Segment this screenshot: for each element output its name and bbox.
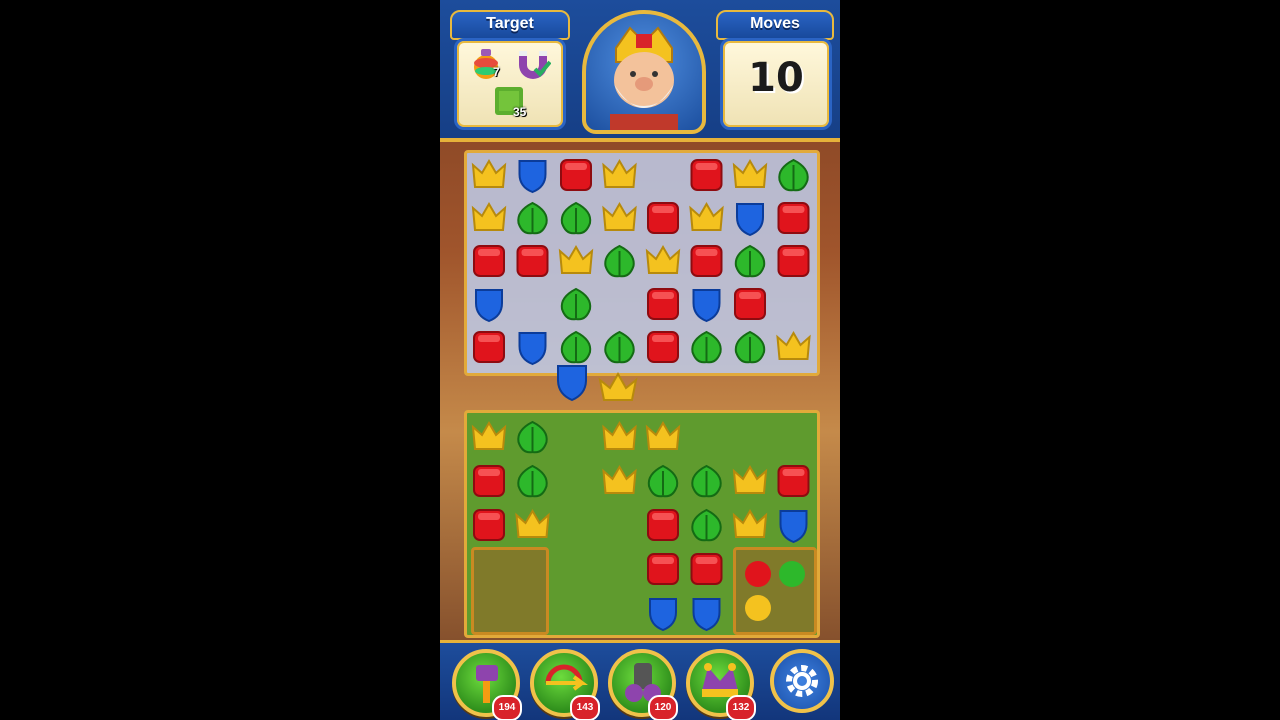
crown-tile[interactable] xyxy=(602,159,637,188)
leaf-tile[interactable] xyxy=(604,330,635,364)
pot-crate-right xyxy=(733,547,817,635)
cannon-booster-button[interactable]: 120 xyxy=(608,649,678,720)
gear-icon xyxy=(786,665,818,697)
red-block-tile[interactable] xyxy=(690,245,723,277)
leaf-tile[interactable] xyxy=(560,330,592,364)
red-block-tile[interactable] xyxy=(560,159,592,191)
moves-counter: 10 xyxy=(748,55,804,101)
shield-tile[interactable] xyxy=(518,160,547,194)
game-screen: Target 7 35 Moves 10 194 143 120 132 xyxy=(440,0,840,720)
red-block-tile[interactable] xyxy=(516,245,549,277)
falling-tiles xyxy=(557,365,638,402)
shield-tile[interactable] xyxy=(736,203,764,237)
pot-crate-left xyxy=(471,547,549,635)
hammer-booster-button[interactable]: 194 xyxy=(452,649,522,720)
magnet-icon xyxy=(515,47,552,84)
shield-tile[interactable] xyxy=(692,598,721,632)
jester-hat-booster-count: 132 xyxy=(726,695,756,720)
crown-tile[interactable] xyxy=(732,159,768,188)
leaf-tile[interactable] xyxy=(517,464,548,498)
target-count-pot: 7 xyxy=(493,65,500,79)
leaf-tile[interactable] xyxy=(560,287,592,321)
leaf-tile[interactable] xyxy=(560,201,592,235)
shield-tile[interactable] xyxy=(518,332,547,366)
game-board-lower[interactable] xyxy=(464,410,820,638)
red-block-tile[interactable] xyxy=(647,202,679,234)
leaf-tile[interactable] xyxy=(604,244,635,278)
leaf-tile[interactable] xyxy=(691,330,722,364)
crown-tile[interactable] xyxy=(732,465,768,494)
king-avatar xyxy=(582,10,706,134)
red-block-tile[interactable] xyxy=(777,465,810,497)
leaf-tile[interactable] xyxy=(691,464,722,498)
rainbow-pot-icon: 7 xyxy=(471,47,501,86)
red-block-tile[interactable] xyxy=(690,553,723,585)
leaf-tile[interactable] xyxy=(734,244,766,278)
crown-tile[interactable] xyxy=(602,202,637,231)
target-panel: 7 35 xyxy=(454,38,566,130)
red-block-tile[interactable] xyxy=(473,245,505,277)
grass-tile-icon: 35 xyxy=(493,85,527,122)
game-board-upper[interactable] xyxy=(464,150,820,376)
crown-tile[interactable] xyxy=(471,202,507,231)
hammer-booster-count: 194 xyxy=(492,695,522,720)
red-block-tile[interactable] xyxy=(734,288,766,320)
leaf-tile[interactable] xyxy=(517,420,548,454)
red-block-tile[interactable] xyxy=(473,509,505,541)
target-count-grass: 35 xyxy=(513,105,527,119)
crown-tile[interactable] xyxy=(558,245,594,274)
crown-tile[interactable] xyxy=(602,465,637,494)
red-block-tile[interactable] xyxy=(473,331,505,363)
falling-crown-tile xyxy=(598,371,638,401)
shield-tile[interactable] xyxy=(779,510,808,544)
jester-hat-booster-button[interactable]: 132 xyxy=(686,649,756,720)
crown-tile[interactable] xyxy=(776,331,811,360)
settings-button[interactable] xyxy=(770,649,834,713)
red-block-tile[interactable] xyxy=(777,245,810,277)
crown-tile[interactable] xyxy=(602,421,637,450)
red-block-tile[interactable] xyxy=(690,159,723,191)
shield-tile[interactable] xyxy=(692,289,721,323)
tile-grid-upper[interactable] xyxy=(467,153,817,373)
red-block-tile[interactable] xyxy=(777,202,810,234)
red-block-tile[interactable] xyxy=(647,288,679,320)
level-header: Target 7 35 Moves 10 xyxy=(440,0,840,142)
target-title: Target xyxy=(450,10,570,40)
moves-panel: 10 xyxy=(720,38,832,130)
crown-tile[interactable] xyxy=(645,421,681,450)
leaf-tile[interactable] xyxy=(647,464,679,498)
crown-tile[interactable] xyxy=(689,202,724,231)
falling-shield-tile xyxy=(557,365,587,402)
crown-tile[interactable] xyxy=(515,509,550,538)
red-block-tile[interactable] xyxy=(473,465,505,497)
crown-tile[interactable] xyxy=(732,509,768,538)
booster-bar: 194 143 120 132 xyxy=(440,640,840,720)
red-block-tile[interactable] xyxy=(647,553,679,585)
crown-tile[interactable] xyxy=(471,159,507,188)
arrow-booster-button[interactable]: 143 xyxy=(530,649,600,720)
shield-tile[interactable] xyxy=(649,598,677,632)
leaf-tile[interactable] xyxy=(691,508,722,542)
crown-tile[interactable] xyxy=(471,421,507,450)
leaf-tile[interactable] xyxy=(517,201,548,235)
shield-tile[interactable] xyxy=(475,289,503,323)
leaf-tile[interactable] xyxy=(734,330,766,364)
red-block-tile[interactable] xyxy=(647,331,679,363)
cannon-booster-count: 120 xyxy=(648,695,678,720)
leaf-tile[interactable] xyxy=(778,158,809,192)
arrow-booster-count: 143 xyxy=(570,695,600,720)
moves-title: Moves xyxy=(716,10,834,40)
red-block-tile[interactable] xyxy=(647,509,679,541)
crown-tile[interactable] xyxy=(645,245,681,274)
